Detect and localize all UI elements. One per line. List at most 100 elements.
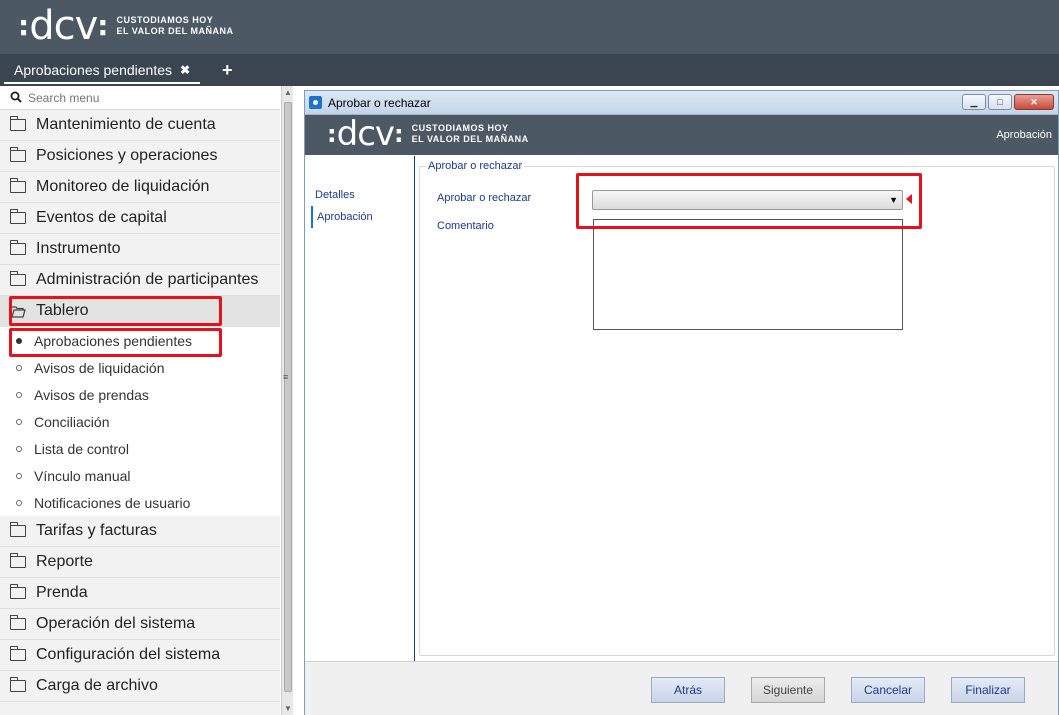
dialog-title: Aprobar o rechazar <box>328 95 431 110</box>
sidebar-subitem-notificaciones[interactable]: Notificaciones de usuario <box>0 489 280 516</box>
tab-aprobaciones-pendientes[interactable]: Aprobaciones pendientes ✖ <box>4 58 201 84</box>
folder-icon <box>10 553 26 568</box>
sidebar-item-mantenimiento[interactable]: Mantenimiento de cuenta <box>0 110 280 141</box>
approval-group: Aprobar o rechazar Aprobar o rechazar ▼ … <box>419 160 1055 656</box>
sidebar-item-label: Monitoreo de liquidación <box>36 178 210 195</box>
highlight-tablero <box>9 296 222 326</box>
minimize-icon[interactable]: ▁ <box>962 94 986 110</box>
splitter-grip-icon[interactable]: ≡ <box>283 372 288 382</box>
folder-icon <box>10 615 26 630</box>
sidebar-item-label: Operación del sistema <box>36 615 196 632</box>
sidebar-menu: Mantenimiento de cuenta Posiciones y ope… <box>0 86 280 715</box>
sidebar-subitem-vinculo-manual[interactable]: Vínculo manual <box>0 462 280 489</box>
sidebar-subitem-label: Conciliación <box>34 413 110 430</box>
sidebar-subitem-label: Avisos de prendas <box>34 386 149 403</box>
dcv-logo: : dcv : CUSTODIAMOS HOY EL VALOR DEL MAÑ… <box>327 117 529 151</box>
folder-icon <box>10 178 26 193</box>
logo-dots-suffix: : <box>97 9 108 42</box>
bullet-icon <box>16 499 22 506</box>
dcv-logo: : dcv : CUSTODIAMOS HOY EL VALOR DEL MAÑ… <box>18 6 233 46</box>
scroll-up-icon[interactable]: ▲ <box>284 88 292 97</box>
sidebar-item-prenda[interactable]: Prenda <box>0 578 280 609</box>
sidebar-item-label: Eventos de capital <box>36 209 167 226</box>
logo-tagline: CUSTODIAMOS HOY EL VALOR DEL MAÑANA <box>412 123 529 145</box>
dialog-header: : dcv : CUSTODIAMOS HOY EL VALOR DEL MAÑ… <box>305 115 1058 155</box>
sidebar-item-label: Prenda <box>36 584 88 601</box>
bullet-icon <box>16 391 22 398</box>
search-row <box>0 86 280 110</box>
search-input[interactable] <box>28 90 268 105</box>
folder-icon <box>10 240 26 255</box>
sidebar-item-label: Administración de participantes <box>36 271 259 288</box>
close-icon[interactable]: ✕ <box>1014 94 1054 110</box>
dialog-titlebar[interactable]: Aprobar o rechazar ▁ □ ✕ <box>305 91 1058 115</box>
highlight-aprobaciones-pendientes <box>9 328 222 357</box>
logo-word: dcv <box>336 114 395 154</box>
sidebar-item-label: Mantenimiento de cuenta <box>36 116 216 133</box>
scroll-down-icon[interactable]: ▼ <box>284 704 292 713</box>
sidebar-item-label: Instrumento <box>36 240 121 257</box>
sidebar-item-posiciones[interactable]: Posiciones y operaciones <box>0 141 280 172</box>
finish-button[interactable]: Finalizar <box>951 677 1025 703</box>
sidebar-item-tarifas[interactable]: Tarifas y facturas <box>0 516 280 547</box>
tab-bar: Aprobaciones pendientes ✖ + <box>0 54 1059 86</box>
comment-label: Comentario <box>437 220 494 232</box>
scroll-thumb[interactable] <box>284 102 292 692</box>
folder-icon <box>10 116 26 131</box>
sidebar-item-administracion[interactable]: Administración de participantes <box>0 265 280 296</box>
add-tab-icon[interactable]: + <box>222 60 233 81</box>
sidebar-subitem-conciliacion[interactable]: Conciliación <box>0 408 280 435</box>
logo-dots-suffix: : <box>394 120 404 148</box>
step-aprobacion[interactable]: Aprobación <box>311 206 414 228</box>
folder-icon <box>10 646 26 661</box>
sidebar-subitem-label: Avisos de liquidación <box>34 359 165 376</box>
decision-label: Aprobar o rechazar <box>437 192 532 204</box>
sidebar-item-reporte[interactable]: Reporte <box>0 547 280 578</box>
window-controls: ▁ □ ✕ <box>962 94 1054 110</box>
tagline-line-1: CUSTODIAMOS HOY <box>116 15 214 25</box>
tab-label: Aprobaciones pendientes <box>14 62 173 78</box>
close-tab-icon[interactable]: ✖ <box>180 63 190 77</box>
folder-icon <box>10 677 26 692</box>
bullet-icon <box>16 364 22 371</box>
tagline-line-2: EL VALOR DEL MAÑANA <box>411 134 529 144</box>
sidebar-item-operacion[interactable]: Operación del sistema <box>0 609 280 640</box>
comment-textarea[interactable] <box>593 219 903 330</box>
bullet-icon <box>16 418 22 425</box>
cancel-button[interactable]: Cancelar <box>851 677 925 703</box>
sidebar-item-label: Carga de archivo <box>36 677 158 694</box>
sidebar-item-carga-archivo[interactable]: Carga de archivo <box>0 671 280 702</box>
search-icon <box>10 90 22 106</box>
bullet-icon <box>16 445 22 452</box>
tagline-line-2: EL VALOR DEL MAÑANA <box>116 26 234 36</box>
wizard-steps: Detalles Aprobación <box>305 156 415 661</box>
sidebar-item-instrumento[interactable]: Instrumento <box>0 234 280 265</box>
logo-word: dcv <box>29 3 98 49</box>
sidebar-subitem-label: Vínculo manual <box>34 467 131 484</box>
highlight-decision-select <box>576 173 922 229</box>
folder-icon <box>10 584 26 599</box>
logo-dots: : <box>18 9 29 42</box>
sidebar-subitem-lista-control[interactable]: Lista de control <box>0 435 280 462</box>
maximize-icon[interactable]: □ <box>988 94 1012 110</box>
folder-icon <box>10 271 26 286</box>
group-legend: Aprobar o rechazar <box>426 160 525 172</box>
sidebar-item-monitoreo[interactable]: Monitoreo de liquidación <box>0 172 280 203</box>
sidebar-item-configuracion[interactable]: Configuración del sistema <box>0 640 280 671</box>
sidebar-item-label: Reporte <box>36 553 93 570</box>
sidebar-item-label: Tarifas y facturas <box>36 522 157 539</box>
sidebar-subitem-avisos-liquidacion[interactable]: Avisos de liquidación <box>0 354 280 381</box>
sidebar-scrollbar[interactable]: ▲ ▼ <box>281 86 293 715</box>
sidebar-item-eventos[interactable]: Eventos de capital <box>0 203 280 234</box>
bullet-icon <box>16 472 22 479</box>
app-icon <box>309 96 322 109</box>
tagline-line-1: CUSTODIAMOS HOY <box>411 123 509 133</box>
app-header: : dcv : CUSTODIAMOS HOY EL VALOR DEL MAÑ… <box>0 0 1059 54</box>
sidebar-subitem-label: Notificaciones de usuario <box>34 494 191 511</box>
folder-icon <box>10 209 26 224</box>
sidebar-subitem-avisos-prendas[interactable]: Avisos de prendas <box>0 381 280 408</box>
next-button[interactable]: Siguiente <box>751 677 825 703</box>
back-button[interactable]: Atrás <box>651 677 725 703</box>
step-detalles[interactable]: Detalles <box>305 184 414 206</box>
sidebar-subitem-label: Lista de control <box>34 440 129 457</box>
